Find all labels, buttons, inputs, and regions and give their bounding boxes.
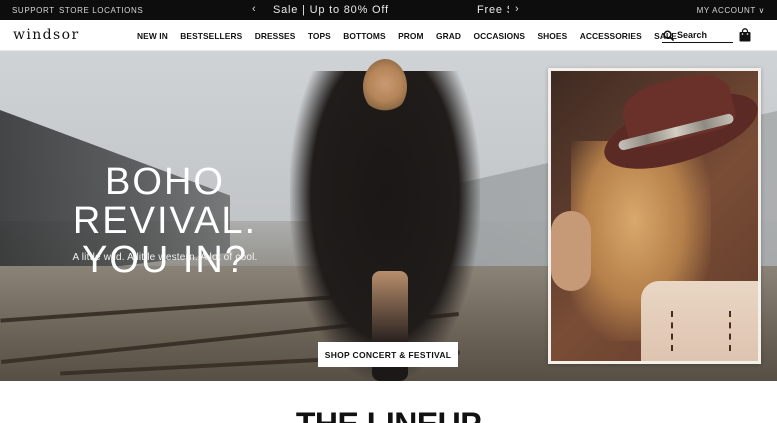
nav-tops[interactable]: TOPS bbox=[308, 31, 331, 41]
nav-grad[interactable]: GRAD bbox=[436, 31, 461, 41]
search-icon[interactable] bbox=[663, 30, 674, 41]
hero-banner[interactable]: BOHO REVIVAL. YOU IN? A little wild. A l… bbox=[0, 51, 777, 381]
nav-accessories[interactable]: ACCESSORIES bbox=[580, 31, 642, 41]
search-box[interactable] bbox=[662, 28, 733, 43]
hero-subtitle: A little wild. A little western. A lot o… bbox=[72, 252, 258, 263]
support-link[interactable]: SUPPORT bbox=[12, 6, 55, 15]
main-nav: NEW IN BESTSELLERS DRESSES TOPS BOTTOMS … bbox=[137, 31, 689, 41]
hero-model-image bbox=[363, 59, 407, 114]
nav-prom[interactable]: PROM bbox=[398, 31, 424, 41]
polaroid-photo bbox=[548, 68, 761, 364]
promo-message[interactable]: Sale | Up to 80% Off bbox=[273, 4, 389, 16]
site-header: windsor NEW IN BESTSELLERS DRESSES TOPS … bbox=[0, 20, 777, 51]
nav-new-in[interactable]: NEW IN bbox=[137, 31, 168, 41]
shop-concert-festival-button[interactable]: SHOP CONCERT & FESTIVAL bbox=[318, 342, 458, 367]
nav-bottoms[interactable]: BOTTOMS bbox=[343, 31, 385, 41]
store-locations-link[interactable]: STORE LOCATIONS bbox=[59, 6, 143, 15]
chevron-left-icon[interactable]: ‹ bbox=[252, 3, 256, 15]
nav-shoes[interactable]: SHOES bbox=[537, 31, 567, 41]
promo-bar: SUPPORT STORE LOCATIONS ‹ Sale | Up to 8… bbox=[0, 0, 777, 20]
my-account-menu[interactable]: MY ACCOUNT ∨ bbox=[697, 6, 765, 15]
shopping-bag-icon[interactable] bbox=[738, 28, 752, 42]
chevron-right-icon[interactable]: › bbox=[515, 3, 519, 15]
nav-dresses[interactable]: DRESSES bbox=[255, 31, 296, 41]
windsor-logo[interactable]: windsor bbox=[13, 27, 80, 43]
promo-message-next[interactable]: Free S bbox=[477, 4, 509, 16]
nav-occasions[interactable]: OCCASIONS bbox=[473, 31, 525, 41]
cowboy-hat-image bbox=[551, 71, 758, 361]
search-input[interactable] bbox=[677, 30, 731, 40]
nav-bestsellers[interactable]: BESTSELLERS bbox=[180, 31, 242, 41]
section-title: THE LINEUP bbox=[0, 408, 777, 423]
hero-title-line: BOHO REVIVAL. bbox=[72, 161, 258, 242]
